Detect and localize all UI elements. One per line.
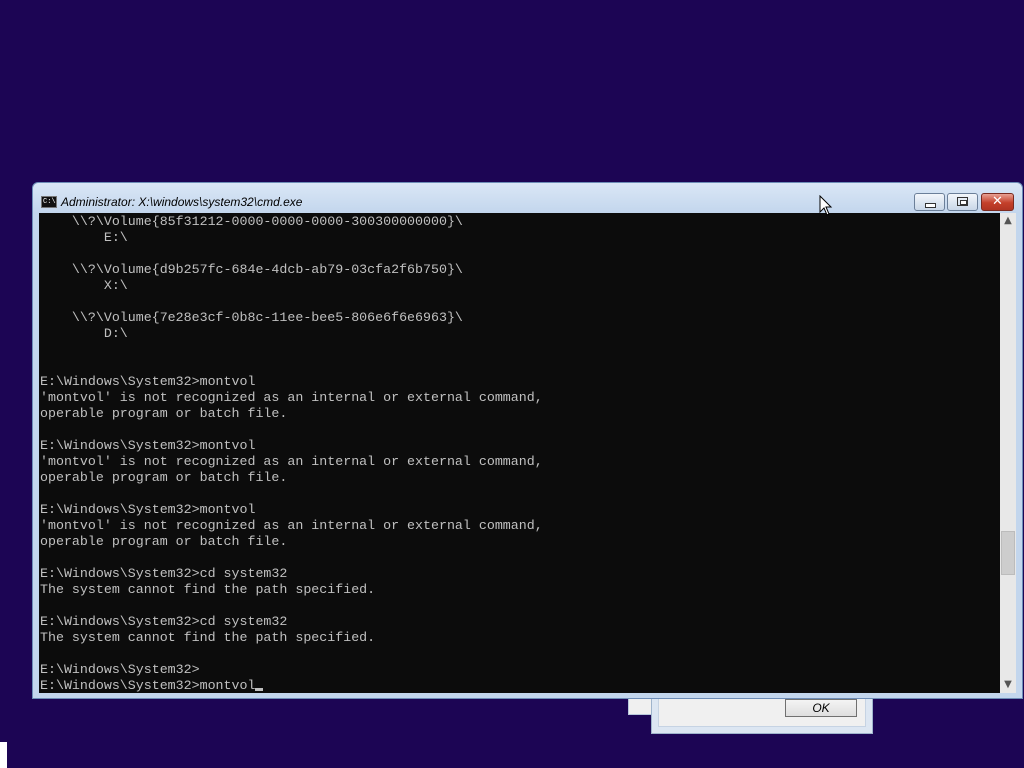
cmd-window: C:\ Administrator: X:\windows\system32\c… [32, 182, 1023, 699]
minimize-button[interactable] [914, 193, 945, 211]
scroll-up-arrow-icon[interactable]: ▲ [1000, 213, 1016, 229]
title-bar[interactable]: C:\ Administrator: X:\windows\system32\c… [33, 183, 1022, 213]
window-title: Administrator: X:\windows\system32\cmd.e… [61, 195, 303, 209]
cmd-app-icon[interactable]: C:\ [41, 196, 57, 208]
background-window-sliver [0, 742, 7, 768]
mouse-pointer-icon [819, 195, 833, 216]
close-icon: ✕ [992, 194, 1003, 209]
vertical-scrollbar[interactable]: ▲ ▼ [1000, 213, 1016, 693]
minimize-icon [925, 203, 936, 208]
console-area[interactable]: \\?\Volume{85f31212-0000-0000-0000-30030… [39, 213, 1000, 693]
console-input-line[interactable]: E:\Windows\System32>montvol [40, 678, 264, 693]
ok-button[interactable]: OK [785, 699, 857, 717]
scrollbar-thumb[interactable] [1001, 531, 1015, 575]
maximize-button[interactable] [947, 193, 978, 211]
scroll-down-arrow-icon[interactable]: ▼ [1000, 677, 1016, 693]
text-cursor [255, 688, 264, 691]
maximize-icon [957, 197, 968, 206]
close-button[interactable]: ✕ [981, 193, 1014, 211]
console-output: \\?\Volume{85f31212-0000-0000-0000-30030… [40, 214, 543, 677]
console-current-command: E:\Windows\System32>montvol [40, 678, 256, 693]
